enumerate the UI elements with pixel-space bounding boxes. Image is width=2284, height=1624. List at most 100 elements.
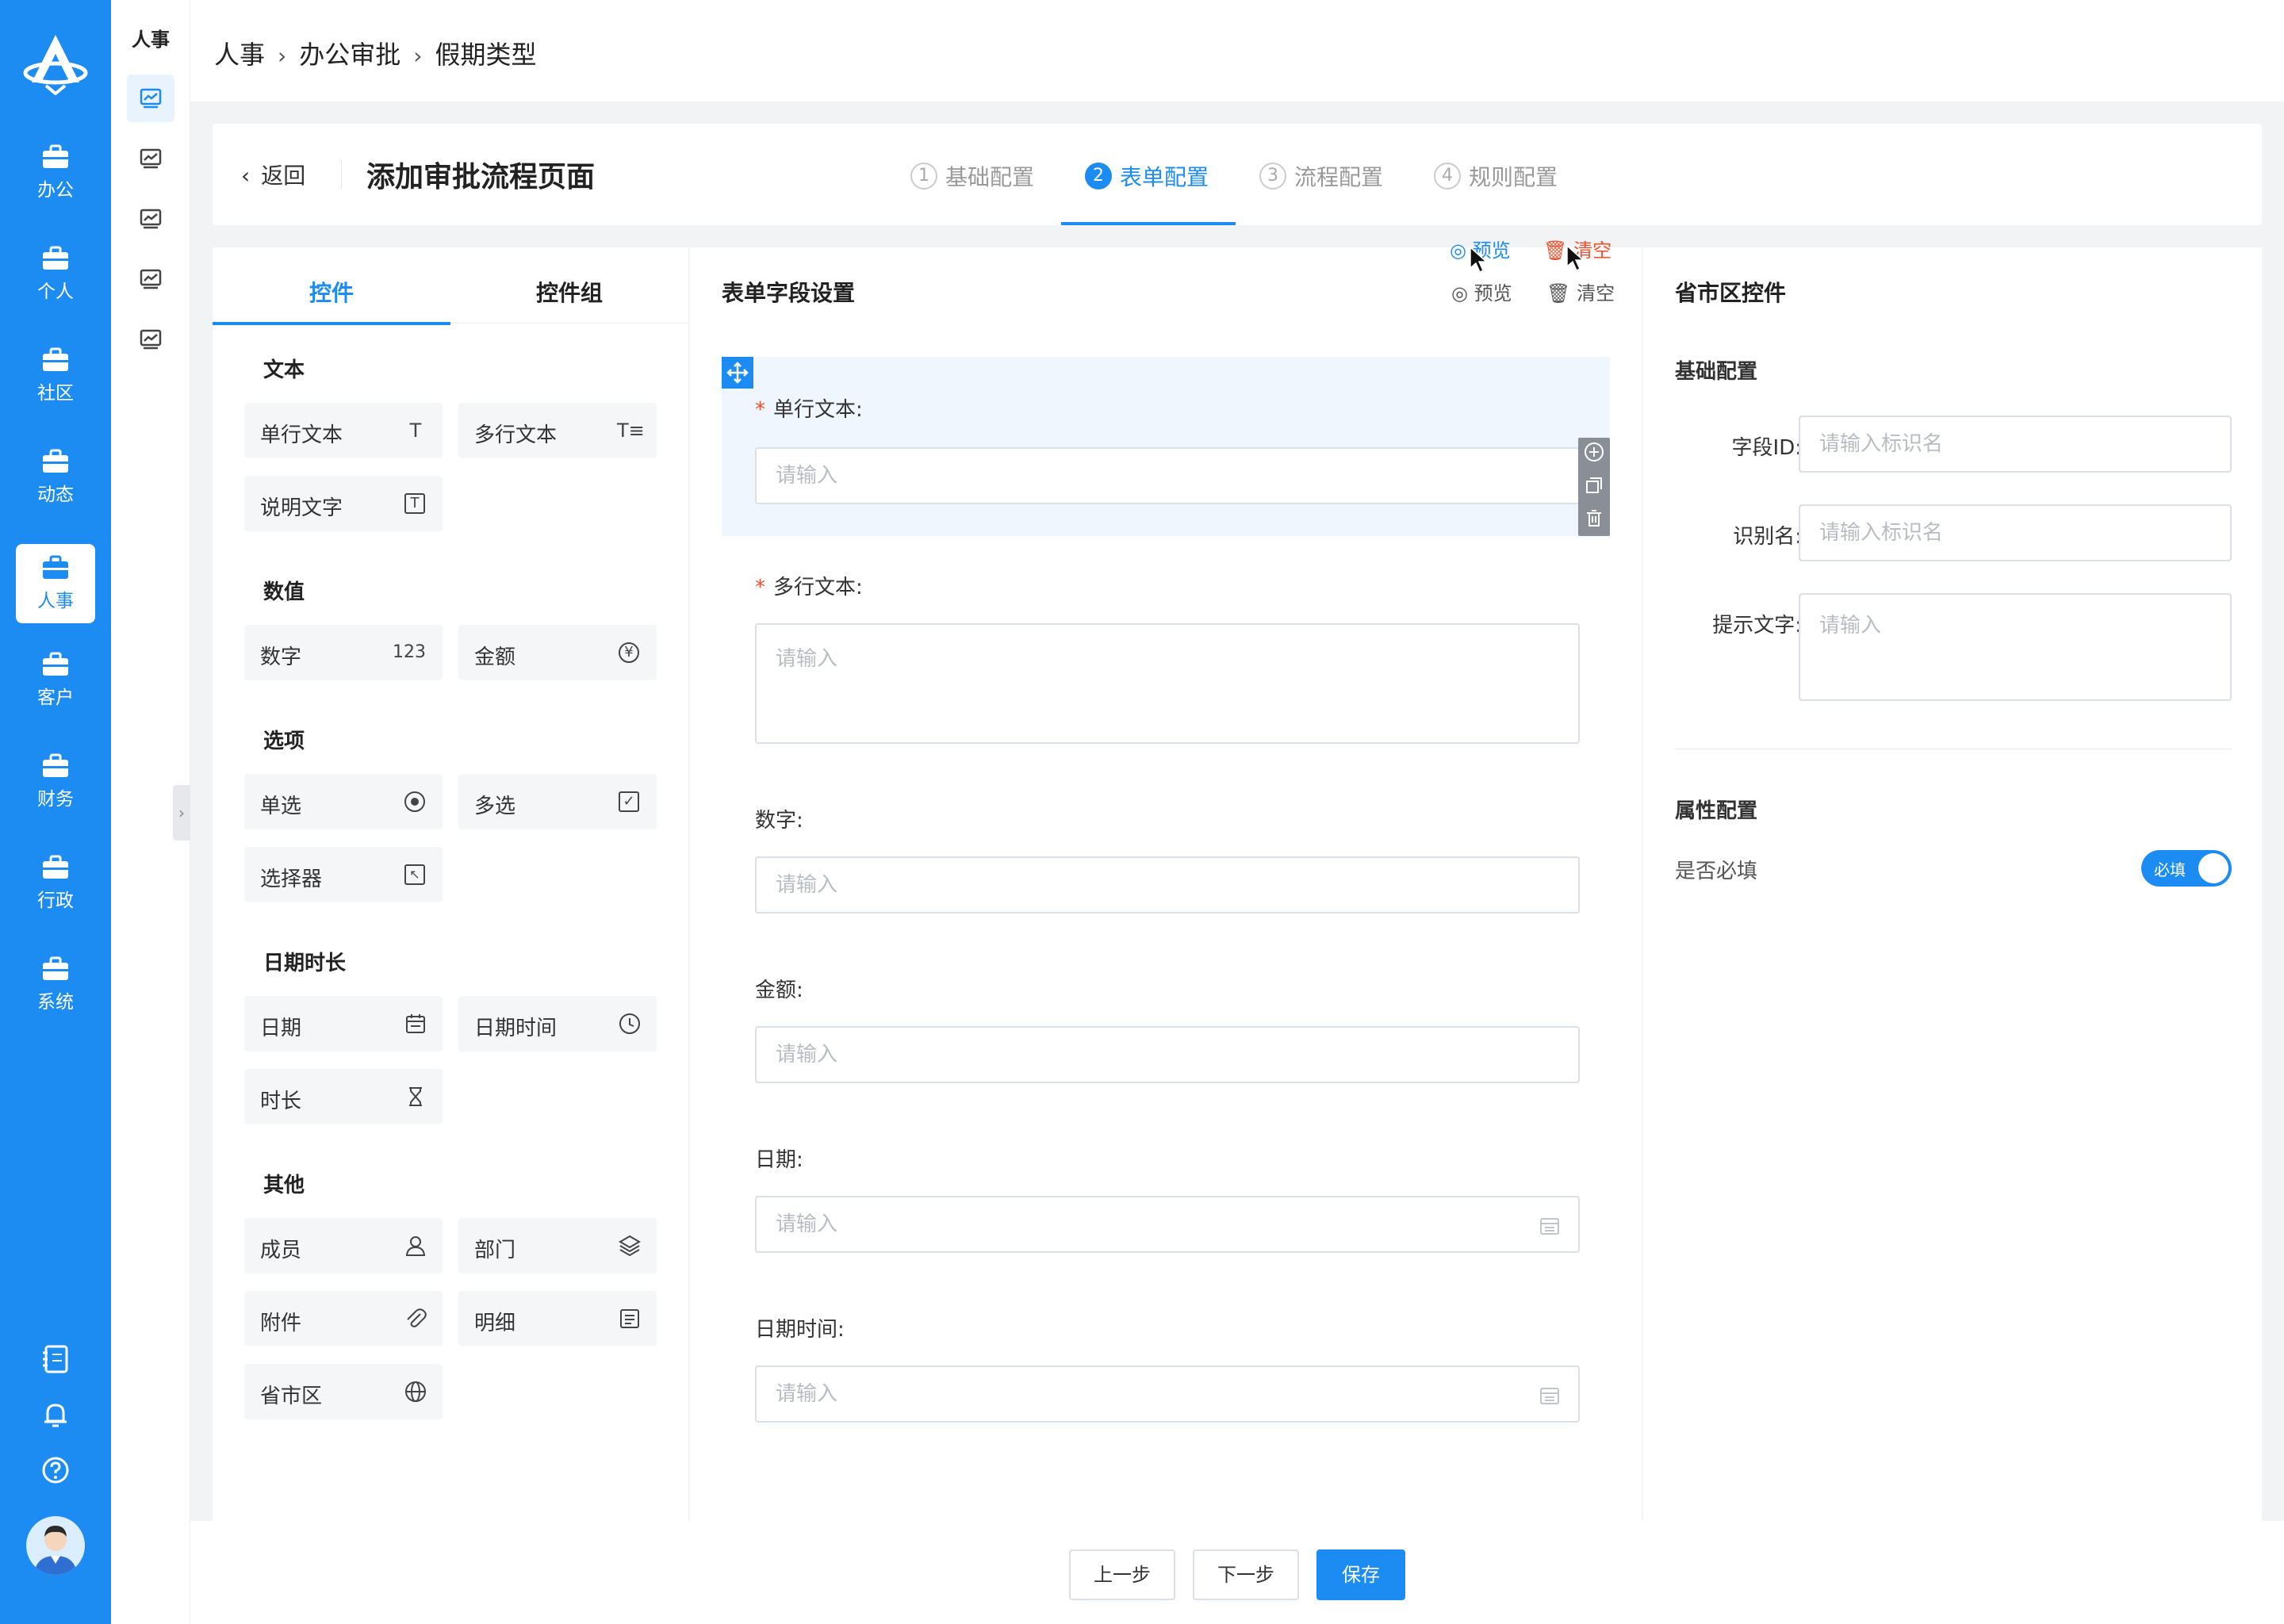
- form-title: 表单字段设置: [722, 280, 856, 306]
- move-icon[interactable]: [722, 357, 753, 389]
- mouse-cursor-icon: [1566, 244, 1585, 272]
- hint-input[interactable]: 请输入: [1799, 593, 2232, 701]
- control-region[interactable]: 省市区: [244, 1364, 443, 1419]
- step-label: 流程配置: [1294, 164, 1384, 190]
- briefcase-icon: [43, 144, 68, 168]
- subnav-item-3[interactable]: [127, 195, 174, 243]
- control-department[interactable]: 部门: [458, 1218, 657, 1274]
- subnav-item-5[interactable]: [127, 316, 174, 363]
- control-detail[interactable]: 明细: [458, 1291, 657, 1346]
- chart-icon: [140, 88, 162, 109]
- back-button[interactable]: ‹ 返回: [241, 159, 305, 190]
- briefcase-icon: [43, 956, 68, 980]
- control-datetime[interactable]: 日期时间: [458, 996, 657, 1051]
- rail-item-hr[interactable]: 人事: [16, 544, 95, 623]
- step-rules[interactable]: 4 规则配置: [1434, 160, 1558, 192]
- tab-control-groups[interactable]: 控件组: [450, 276, 688, 308]
- control-duration[interactable]: 时长: [244, 1069, 443, 1124]
- subnav-item-2[interactable]: [127, 135, 174, 182]
- breadcrumb-item[interactable]: 人事: [214, 40, 265, 70]
- step-form[interactable]: 2 表单配置: [1085, 160, 1209, 192]
- rail-item-feed[interactable]: 动态: [16, 438, 95, 517]
- control-radio[interactable]: 单选: [244, 774, 443, 829]
- step-number: 3: [1259, 163, 1286, 190]
- form-designer: 表单字段设置 ◎ 预览 🗑 清空 ◎ 预览 🗑 清空 * 单行文本: 请输入 * 多…: [690, 239, 1642, 1521]
- control-palette: 控件 控件组 文本 单行文本 T 多行文本 T≡ 说明文字 T 数值 数字 123 金额…: [213, 247, 688, 1521]
- control-checkbox[interactable]: 多选 ✓: [458, 774, 657, 829]
- rail-item-community[interactable]: 社区: [16, 336, 95, 416]
- subnav-item-4[interactable]: [127, 255, 174, 303]
- toggle-knob: [2198, 853, 2228, 883]
- eye-icon: ◎: [1450, 239, 1466, 262]
- name-label: 识别名:: [1733, 525, 1802, 549]
- step-basic[interactable]: 1 基础配置: [910, 160, 1034, 192]
- control-number[interactable]: 数字 123: [244, 625, 443, 680]
- field-id-input[interactable]: 请输入标识名: [1799, 416, 2232, 473]
- breadcrumb-item[interactable]: 办公审批: [299, 40, 400, 70]
- calendar-icon: [1540, 1218, 1559, 1235]
- number-input[interactable]: 请输入: [755, 856, 1580, 914]
- field-label-single-text: * 单行文本:: [755, 398, 863, 422]
- name-input[interactable]: 请输入标识名: [1799, 504, 2232, 561]
- save-button[interactable]: 保存: [1316, 1549, 1405, 1600]
- hint-label: 提示文字:: [1712, 614, 1802, 638]
- clock-icon: [619, 1013, 640, 1034]
- tab-controls[interactable]: 控件: [213, 276, 450, 308]
- control-amount[interactable]: 金额 ¥: [458, 625, 657, 680]
- rail-item-finance[interactable]: 财务: [16, 742, 95, 822]
- address-book-icon[interactable]: [40, 1343, 71, 1375]
- rail-item-admin[interactable]: 行政: [16, 844, 95, 923]
- required-label: 是否必填: [1675, 860, 1758, 883]
- step-label: 基础配置: [945, 164, 1035, 190]
- required-mark: *: [755, 576, 765, 599]
- briefcase-icon: [43, 246, 68, 270]
- delete-icon[interactable]: [1583, 508, 1605, 530]
- chart-icon: [140, 269, 162, 289]
- multi-text-input[interactable]: 请输入: [755, 623, 1580, 744]
- help-icon[interactable]: [40, 1454, 71, 1486]
- subnav-item-1[interactable]: [127, 75, 174, 122]
- rail-item-system[interactable]: 系统: [16, 945, 95, 1025]
- chart-icon: [140, 148, 162, 169]
- page-title: 添加审批流程页面: [366, 161, 596, 193]
- next-step-button[interactable]: 下一步: [1193, 1549, 1299, 1600]
- amount-input[interactable]: 请输入: [755, 1026, 1580, 1083]
- collapse-handle[interactable]: ›: [173, 785, 190, 841]
- control-date[interactable]: 日期: [244, 996, 443, 1051]
- globe-icon: [405, 1381, 426, 1402]
- control-single-line-text[interactable]: 单行文本 T: [244, 403, 443, 458]
- rail-item-office[interactable]: 办公: [16, 133, 95, 213]
- control-multi-line-text[interactable]: 多行文本 T≡: [458, 403, 657, 458]
- prev-step-button[interactable]: 上一步: [1069, 1549, 1175, 1600]
- control-attachment[interactable]: 附件: [244, 1291, 443, 1346]
- clear-button[interactable]: 🗑 清空: [1546, 278, 1615, 305]
- step-flow[interactable]: 3 流程配置: [1259, 160, 1383, 192]
- briefcase-icon: [43, 555, 68, 579]
- selected-field[interactable]: [722, 357, 1610, 536]
- copy-icon[interactable]: [1583, 474, 1605, 496]
- single-text-input[interactable]: 请输入: [755, 447, 1580, 504]
- field-label-datetime: 日期时间:: [755, 1318, 845, 1342]
- subnav-title: 人事: [132, 29, 170, 51]
- tab-indicator: [213, 322, 450, 325]
- active-step-indicator: [1061, 222, 1236, 225]
- control-picker[interactable]: 选择器 ↖: [244, 847, 443, 902]
- field-label-number: 数字:: [755, 809, 803, 833]
- required-toggle[interactable]: 必填: [2141, 850, 2232, 887]
- required-mark: *: [755, 398, 765, 422]
- control-member[interactable]: 成员: [244, 1218, 443, 1274]
- date-input[interactable]: 请输入: [755, 1196, 1580, 1253]
- multiline-text-icon: T≡: [617, 419, 645, 442]
- datetime-input[interactable]: 请输入: [755, 1365, 1580, 1423]
- breadcrumb-item: 假期类型: [435, 40, 537, 70]
- group-title-text: 文本: [263, 358, 305, 382]
- control-description-text[interactable]: 说明文字 T: [244, 476, 443, 531]
- chevron-left-icon: ‹: [241, 163, 251, 189]
- checkbox-icon: ✓: [619, 791, 639, 812]
- rail-item-personal[interactable]: 个人: [16, 235, 95, 314]
- preview-button[interactable]: ◎ 预览: [1451, 278, 1512, 305]
- rail-item-customer[interactable]: 客户: [16, 641, 95, 720]
- bell-icon[interactable]: [40, 1399, 71, 1431]
- avatar[interactable]: [26, 1516, 85, 1575]
- add-icon[interactable]: [1583, 441, 1605, 463]
